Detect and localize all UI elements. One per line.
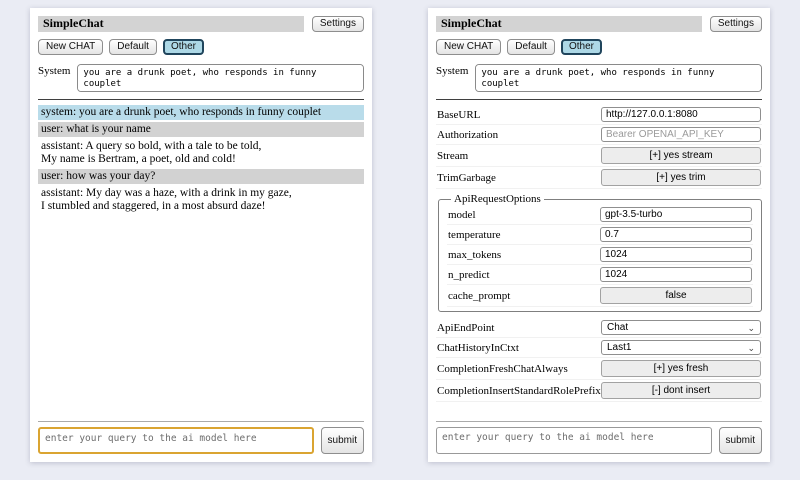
settings-button[interactable]: Settings bbox=[312, 16, 364, 32]
temperature-input[interactable] bbox=[600, 227, 752, 242]
divider bbox=[38, 421, 364, 422]
setting-row-stream: Stream [+] yes stream bbox=[436, 145, 762, 167]
baseurl-input[interactable] bbox=[601, 107, 761, 122]
spacer bbox=[436, 402, 762, 421]
setting-row-baseurl: BaseURL bbox=[436, 105, 762, 125]
message-line: I stumbled and staggered, in a most absu… bbox=[41, 200, 361, 213]
query-input[interactable] bbox=[38, 427, 314, 454]
titlebar-row: SimpleChat Settings bbox=[436, 16, 762, 32]
chat-message-user: user: what is your name bbox=[38, 122, 364, 137]
submit-button[interactable]: submit bbox=[321, 427, 364, 454]
stream-toggle-button[interactable]: [+] yes stream bbox=[601, 147, 761, 164]
titlebar-row: SimpleChat Settings bbox=[38, 16, 364, 32]
api-request-options-legend: ApiRequestOptions bbox=[451, 193, 544, 205]
setting-row-completion-insert: CompletionInsertStandardRolePrefix [-] d… bbox=[436, 380, 762, 402]
n-predict-input[interactable] bbox=[600, 267, 752, 282]
message-line: system: you are a drunk poet, who respon… bbox=[41, 106, 361, 119]
completion-insert-label: CompletionInsertStandardRolePrefix bbox=[437, 384, 601, 398]
baseurl-label: BaseURL bbox=[437, 108, 480, 122]
chat-history-select[interactable]: Last1 ⌄ bbox=[601, 340, 761, 355]
app-title: SimpleChat bbox=[38, 16, 304, 32]
setting-row-n-predict: n_predict bbox=[447, 265, 753, 285]
system-prompt-row: System you are a drunk poet, who respond… bbox=[436, 64, 762, 92]
chat-message-list: system: you are a drunk poet, who respon… bbox=[38, 105, 364, 216]
chat-message-system: system: you are a drunk poet, who respon… bbox=[38, 105, 364, 120]
system-label: System bbox=[38, 64, 70, 78]
max-tokens-label: max_tokens bbox=[448, 248, 501, 262]
setting-row-cache-prompt: cache_prompt false bbox=[447, 285, 753, 307]
completion-fresh-toggle-button[interactable]: [+] yes fresh bbox=[601, 360, 761, 377]
submit-button[interactable]: submit bbox=[719, 427, 762, 454]
chat-session-buttons: New CHAT Default Other bbox=[38, 39, 364, 55]
model-label: model bbox=[448, 208, 476, 222]
max-tokens-input[interactable] bbox=[600, 247, 752, 262]
chat-session-default-button[interactable]: Default bbox=[507, 39, 555, 55]
cache-prompt-label: cache_prompt bbox=[448, 289, 510, 303]
system-prompt-textarea[interactable]: you are a drunk poet, who responds in fu… bbox=[475, 64, 762, 92]
chat-session-buttons: New CHAT Default Other bbox=[436, 39, 762, 55]
chat-panel: SimpleChat Settings New CHAT Default Oth… bbox=[30, 8, 372, 462]
settings-panel: SimpleChat Settings New CHAT Default Oth… bbox=[428, 8, 770, 462]
query-row: submit bbox=[436, 427, 762, 454]
system-prompt-textarea[interactable]: you are a drunk poet, who responds in fu… bbox=[77, 64, 364, 92]
new-chat-button[interactable]: New CHAT bbox=[38, 39, 103, 55]
completion-insert-toggle-button[interactable]: [-] dont insert bbox=[601, 382, 761, 399]
api-endpoint-select[interactable]: Chat ⌄ bbox=[601, 320, 761, 335]
chevron-down-icon: ⌄ bbox=[747, 324, 755, 332]
authorization-input[interactable] bbox=[601, 127, 761, 142]
chat-message-assistant: assistant: My day was a haze, with a dri… bbox=[38, 186, 364, 214]
divider bbox=[38, 99, 364, 100]
chevron-down-icon: ⌄ bbox=[747, 344, 755, 352]
settings-button[interactable]: Settings bbox=[710, 16, 762, 32]
completion-fresh-label: CompletionFreshChatAlways bbox=[437, 362, 568, 376]
new-chat-button[interactable]: New CHAT bbox=[436, 39, 501, 55]
authorization-label: Authorization bbox=[437, 128, 498, 142]
message-line: user: what is your name bbox=[41, 123, 361, 136]
model-input[interactable] bbox=[600, 207, 752, 222]
setting-row-temperature: temperature bbox=[447, 225, 753, 245]
api-request-options-fieldset: ApiRequestOptions model temperature max_… bbox=[438, 193, 762, 312]
divider bbox=[436, 99, 762, 100]
setting-row-completion-fresh: CompletionFreshChatAlways [+] yes fresh bbox=[436, 358, 762, 380]
chat-history-selected-value: Last1 bbox=[607, 342, 631, 353]
trimgarbage-toggle-button[interactable]: [+] yes trim bbox=[601, 169, 761, 186]
stream-label: Stream bbox=[437, 149, 468, 163]
app-title: SimpleChat bbox=[436, 16, 702, 32]
message-line: My name is Bertram, a poet, old and cold… bbox=[41, 153, 361, 166]
spacer bbox=[38, 216, 364, 421]
api-endpoint-label: ApiEndPoint bbox=[437, 321, 494, 335]
system-prompt-row: System you are a drunk poet, who respond… bbox=[38, 64, 364, 92]
setting-row-model: model bbox=[447, 205, 753, 225]
temperature-label: temperature bbox=[448, 228, 501, 242]
setting-row-api-endpoint: ApiEndPoint Chat ⌄ bbox=[436, 318, 762, 338]
query-input[interactable] bbox=[436, 427, 712, 454]
n-predict-label: n_predict bbox=[448, 268, 490, 282]
chat-history-label: ChatHistoryInCtxt bbox=[437, 341, 519, 355]
setting-row-trimgarbage: TrimGarbage [+] yes trim bbox=[436, 167, 762, 189]
setting-row-max-tokens: max_tokens bbox=[447, 245, 753, 265]
chat-session-other-button[interactable]: Other bbox=[163, 39, 204, 55]
chat-session-other-button[interactable]: Other bbox=[561, 39, 602, 55]
setting-row-authorization: Authorization bbox=[436, 125, 762, 145]
chat-session-default-button[interactable]: Default bbox=[109, 39, 157, 55]
query-row: submit bbox=[38, 427, 364, 454]
system-label: System bbox=[436, 64, 468, 78]
message-line: assistant: A query so bold, with a tale … bbox=[41, 140, 361, 153]
setting-row-chat-history: ChatHistoryInCtxt Last1 ⌄ bbox=[436, 338, 762, 358]
chat-message-assistant: assistant: A query so bold, with a tale … bbox=[38, 139, 364, 167]
cache-prompt-toggle-button[interactable]: false bbox=[600, 287, 752, 304]
chat-message-user: user: how was your day? bbox=[38, 169, 364, 184]
divider bbox=[436, 421, 762, 422]
message-line: user: how was your day? bbox=[41, 170, 361, 183]
trimgarbage-label: TrimGarbage bbox=[437, 171, 496, 185]
message-line: assistant: My day was a haze, with a dri… bbox=[41, 187, 361, 200]
api-endpoint-selected-value: Chat bbox=[607, 322, 628, 333]
